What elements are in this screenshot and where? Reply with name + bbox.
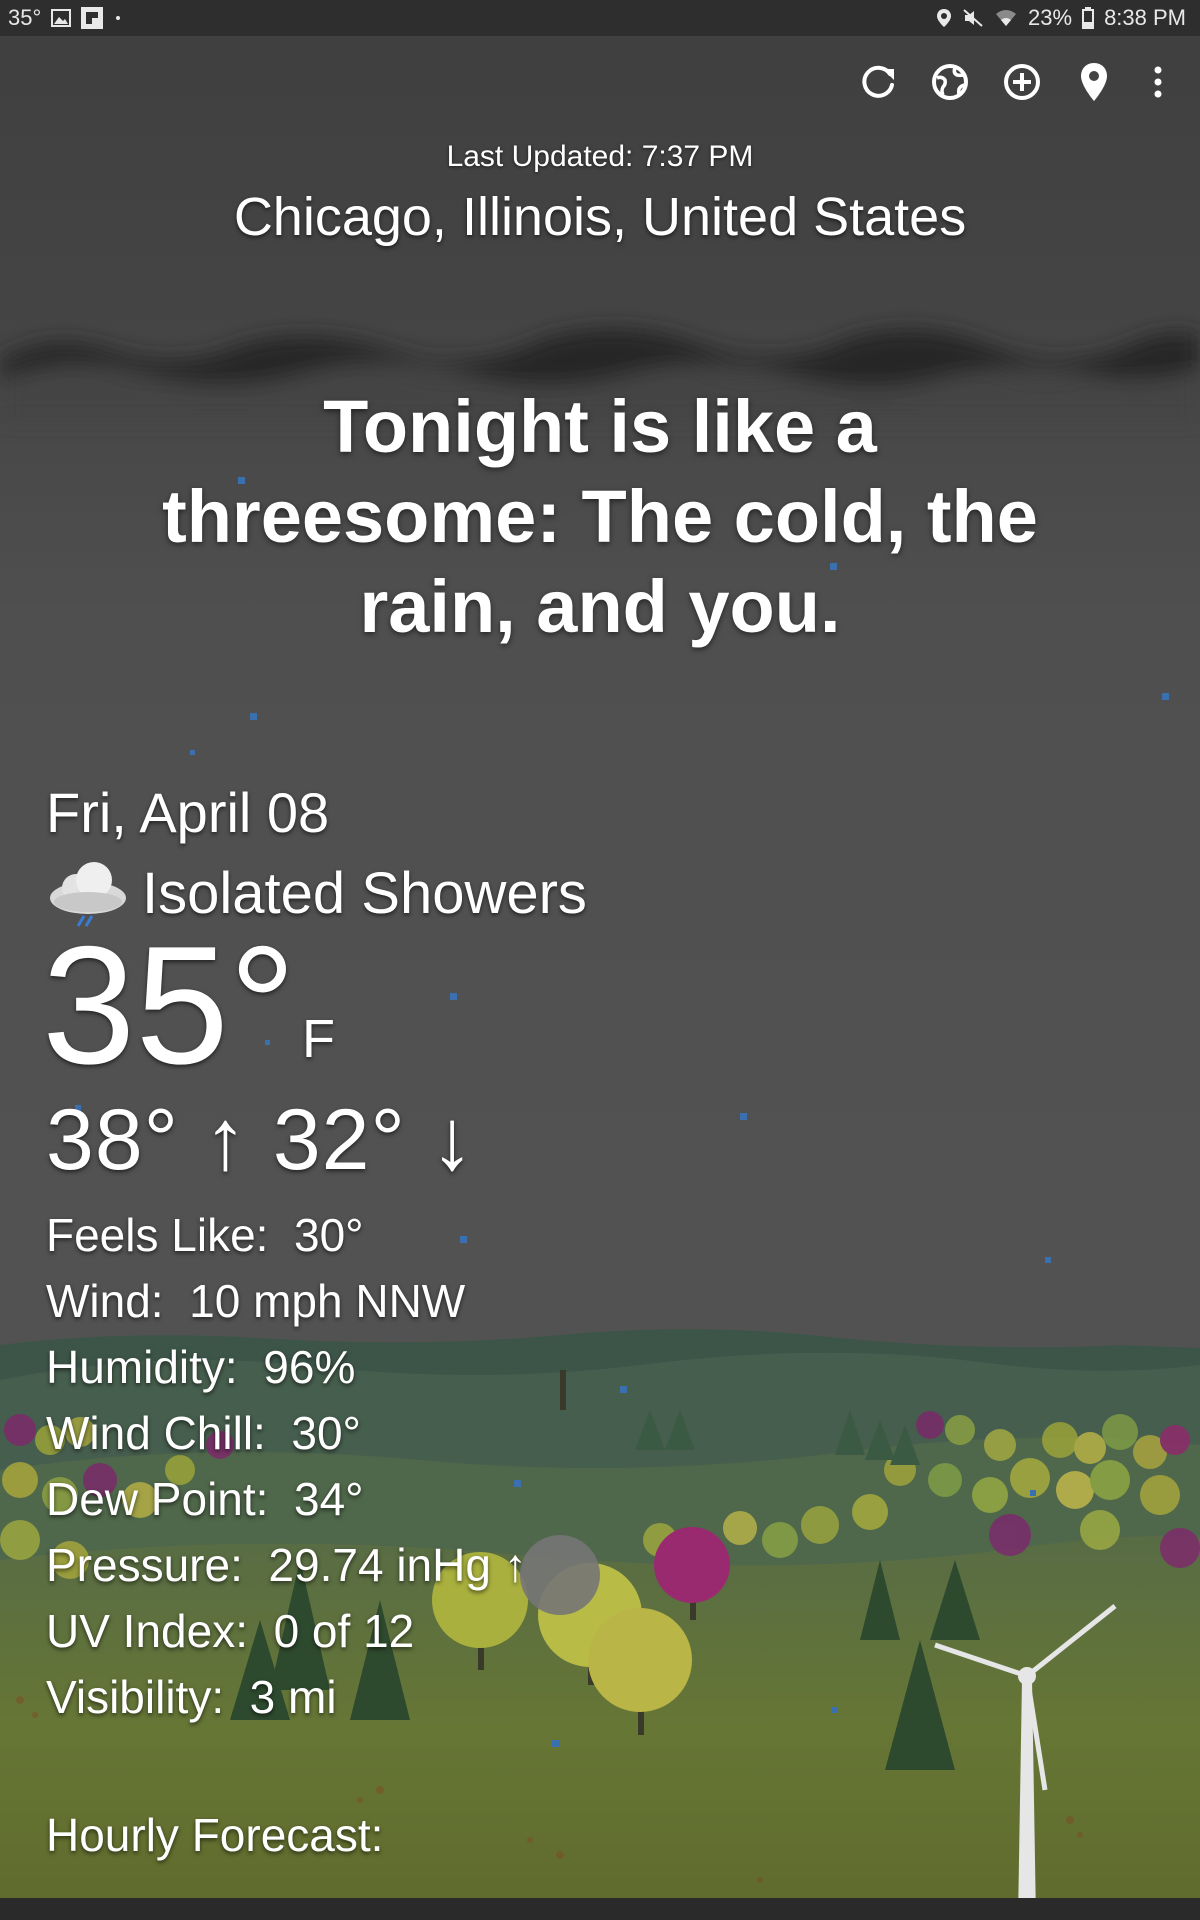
stat-wind: Wind: 10 mph NNW (46, 1268, 746, 1334)
gallery-icon (51, 9, 72, 27)
status-temperature: 35° (8, 5, 42, 30)
stat-value: 3 mi (249, 1671, 337, 1723)
notification-dot-icon (113, 13, 123, 23)
bottom-strip (0, 1898, 1200, 1920)
quote-line: threesome: The cold, the (162, 475, 1038, 558)
action-toolbar (842, 52, 1200, 112)
more-vert-icon (1154, 66, 1162, 98)
refresh-icon (862, 65, 894, 98)
mute-icon (962, 8, 984, 28)
weather-screen: 35° 23% 8:38 PM Last Updated: 7:37 PM Ch… (0, 0, 1200, 1920)
globe-icon (932, 64, 968, 100)
stat-value: 96% (263, 1341, 356, 1393)
stat-feels-like: Feels Like: 30° (46, 1202, 746, 1268)
wifi-icon (994, 8, 1018, 28)
stat-value: 29.74 inHg ↑ (268, 1539, 527, 1591)
stat-label: Feels Like: (46, 1209, 269, 1261)
status-bar: 35° 23% 8:38 PM (0, 0, 1200, 36)
hourly-forecast-heading: Hourly Forecast: (46, 1809, 384, 1861)
stat-label: Pressure: (46, 1539, 243, 1591)
stat-value: 30° (294, 1209, 364, 1261)
location-pin-icon (1081, 63, 1107, 101)
stat-pressure: Pressure: 29.74 inHg ↑ (46, 1532, 746, 1598)
status-bar-left: 35° (0, 5, 123, 31)
stat-wind-chill: Wind Chill: 30° (46, 1400, 746, 1466)
last-updated: Last Updated: 7:37 PM (446, 140, 754, 173)
stat-uv-index: UV Index: 0 of 12 (46, 1598, 746, 1664)
stat-value: 0 of 12 (273, 1605, 415, 1657)
current-temperature: 35° (42, 911, 297, 1099)
location-title: Chicago, Illinois, United States (233, 187, 967, 247)
status-time: 8:38 PM (1104, 5, 1186, 30)
weather-stats: Feels Like: 30° Wind: 10 mph NNW Humidit… (46, 1202, 746, 1730)
stat-value: 10 mph NNW (189, 1275, 466, 1327)
high-low-temperature: 38° ↑ 32° ↓ (46, 1092, 475, 1188)
quote-line: Tonight is like a (323, 385, 877, 468)
current-conditions: Fri, April 08 Isolated Showers 35° F 38°… (42, 780, 746, 1730)
flipboard-icon (81, 7, 104, 29)
stat-label: Visibility: (46, 1671, 225, 1723)
refresh-button[interactable] (842, 52, 914, 112)
globe-button[interactable] (914, 52, 986, 112)
add-location-button[interactable] (986, 52, 1058, 112)
overflow-menu-button[interactable] (1130, 52, 1186, 112)
stat-visibility: Visibility: 3 mi (46, 1664, 746, 1730)
stat-value: 30° (291, 1407, 361, 1459)
current-location-button[interactable] (1058, 52, 1130, 112)
stat-label: UV Index: (46, 1605, 248, 1657)
temperature-unit: F (302, 1009, 335, 1069)
add-location-icon (1004, 64, 1040, 100)
temperature-row: 35° F (42, 920, 746, 1090)
stat-value: 34° (294, 1473, 364, 1525)
stat-humidity: Humidity: 96% (46, 1334, 746, 1400)
current-date: Fri, April 08 (46, 781, 330, 844)
stat-dew-point: Dew Point: 34° (46, 1466, 746, 1532)
weather-quote: Tonight is like a threesome: The cold, t… (150, 382, 1050, 652)
location-status-icon (936, 8, 952, 28)
stat-label: Dew Point: (46, 1473, 269, 1525)
battery-icon (1082, 7, 1095, 29)
stat-label: Wind: (46, 1275, 164, 1327)
status-bar-right: 23% 8:38 PM (936, 5, 1200, 31)
stat-label: Humidity: (46, 1341, 238, 1393)
stat-label: Wind Chill: (46, 1407, 266, 1459)
battery-percent: 23% (1028, 5, 1073, 30)
quote-line: rain, and you. (359, 565, 841, 648)
